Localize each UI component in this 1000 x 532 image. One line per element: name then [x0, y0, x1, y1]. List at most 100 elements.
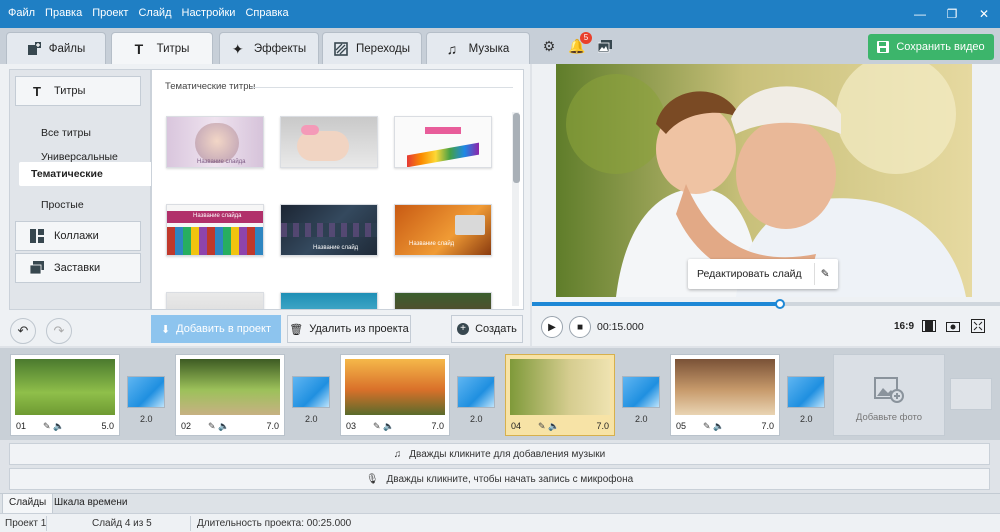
create-label: Создать	[475, 323, 517, 335]
notification-badge: 5	[580, 32, 592, 44]
slide-number: 01	[16, 421, 27, 431]
remove-from-project-button[interactable]: 🗑 Удалить из проекта	[287, 315, 411, 343]
menu-bar: Файл Правка Проект Слайд Настройки Справ…	[8, 7, 289, 19]
play-button[interactable]: ▶	[541, 316, 563, 338]
transition-thumbnail[interactable]	[292, 376, 330, 408]
frame-icon[interactable]	[921, 318, 937, 334]
save-video-button[interactable]: Сохранить видео	[868, 34, 994, 60]
title-thumbnail[interactable]: Название слайд	[394, 204, 492, 256]
menu-file[interactable]: Файл	[8, 7, 35, 19]
tab-timeline[interactable]: Шкала времени	[48, 494, 133, 514]
subitem-thematic-selected[interactable]: Тематические	[19, 162, 152, 186]
status-project-name: Проект 1	[5, 518, 47, 529]
menu-edit[interactable]: Правка	[45, 7, 82, 19]
aspect-ratio-selector[interactable]: 16:9	[894, 321, 914, 332]
title-thumbnail[interactable]: Название слайда	[166, 116, 264, 168]
slide-card-selected[interactable]: 04 ✎ 🔈 7.0	[505, 354, 615, 436]
snapshot-icon[interactable]	[945, 318, 961, 334]
redo-arrow-icon: ↷	[53, 323, 65, 338]
slide-edit-audio-icons[interactable]: ✎ 🔈	[538, 421, 559, 432]
notifications-bell-icon[interactable]: 🔔 5	[568, 32, 592, 55]
tab-transitions-label: Переходы	[356, 42, 410, 55]
menu-settings[interactable]: Настройки	[182, 7, 236, 19]
slide-duration: 5.0	[101, 421, 114, 431]
transition-duration: 2.0	[305, 414, 318, 424]
slide-card[interactable]: 01 ✎ 🔈 5.0	[10, 354, 120, 436]
gallery-heading: Тематические титры	[165, 81, 256, 92]
playback-progress-bar[interactable]	[532, 299, 1000, 309]
tab-files[interactable]: Файлы	[6, 32, 106, 64]
menu-project[interactable]: Проект	[92, 7, 128, 19]
title-bar: Файл Правка Проект Слайд Настройки Справ…	[0, 0, 1000, 28]
transition-thumbnail[interactable]	[457, 376, 495, 408]
tab-effects[interactable]: ✦ Эффекты	[219, 32, 319, 64]
create-button[interactable]: + Создать	[451, 315, 523, 343]
slide-edit-audio-icons[interactable]: ✎ 🔈	[43, 421, 64, 432]
transition-thumbnail[interactable]	[127, 376, 165, 408]
tab-titles[interactable]: T Титры	[111, 32, 213, 65]
music-track[interactable]: ♫ Дважды кликните для добавления музыки	[9, 443, 990, 465]
title-thumbnail[interactable]	[280, 116, 378, 168]
title-thumbnail[interactable]	[394, 292, 492, 309]
gallery-scrollbar-thumb[interactable]	[513, 113, 520, 183]
settings-gear-icon[interactable]: ⚙	[540, 37, 558, 55]
category-titles[interactable]: T Титры	[15, 76, 141, 106]
category-intros-label: Заставки	[54, 262, 101, 274]
slide-card[interactable]: 02 ✎ 🔈 7.0	[175, 354, 285, 436]
music-note-icon: ♫	[446, 40, 458, 57]
status-bar: Проект 1 Слайд 4 из 5 Длительность проек…	[0, 513, 1000, 532]
minimize-button[interactable]: —	[904, 0, 936, 28]
subitem-simple[interactable]: Простые	[41, 199, 84, 211]
slide-edit-audio-icons[interactable]: ✎ 🔈	[373, 421, 394, 432]
tab-files-label: Файлы	[48, 42, 86, 55]
category-collages-label: Коллажи	[54, 230, 99, 242]
tab-slides[interactable]: Слайды	[2, 494, 54, 514]
save-video-label: Сохранить видео	[896, 41, 985, 53]
status-divider	[190, 516, 191, 531]
subitem-all-titles[interactable]: Все титры	[41, 127, 91, 139]
title-thumbnail[interactable]: Название слайд	[280, 204, 378, 256]
menu-slide[interactable]: Слайд	[138, 7, 171, 19]
transition-thumbnail[interactable]	[622, 376, 660, 408]
slide-number: 02	[181, 421, 192, 431]
collage-icon	[30, 229, 44, 243]
maximize-button[interactable]: ❐	[936, 0, 968, 28]
tab-music[interactable]: ♫ Музыка	[426, 32, 530, 64]
title-thumbnail[interactable]: Название слайда	[166, 204, 264, 256]
playback-scrubber-handle[interactable]	[775, 299, 786, 309]
add-to-project-button[interactable]: ⬇ Добавить в проект	[151, 315, 281, 343]
transition-thumbnail[interactable]	[787, 376, 825, 408]
redo-button[interactable]: ↷	[46, 318, 72, 344]
fullscreen-icon[interactable]	[970, 318, 986, 334]
undo-button[interactable]: ↶	[10, 318, 36, 344]
slide-number: 04	[511, 421, 522, 431]
category-collages[interactable]: Коллажи	[15, 221, 141, 251]
slide-image	[345, 359, 445, 415]
text-t-icon: T	[33, 83, 41, 99]
slide-image	[180, 359, 280, 415]
microphone-track[interactable]: 🎙 Дважды кликните, чтобы начать запись с…	[9, 468, 990, 490]
menu-help[interactable]: Справка	[245, 7, 288, 19]
title-thumbnail[interactable]	[394, 116, 492, 168]
slide-edit-audio-icons[interactable]: ✎ 🔈	[703, 421, 724, 432]
close-button[interactable]: ✕	[968, 0, 1000, 28]
category-intros[interactable]: Заставки	[15, 253, 141, 283]
trash-icon: 🗑	[289, 323, 304, 336]
title-thumbnail[interactable]	[280, 292, 378, 309]
add-photo-slot[interactable]: Добавьте фото	[833, 354, 945, 436]
gallery-icon[interactable]	[596, 37, 614, 55]
playback-progress-fill	[532, 302, 781, 306]
bottom-view-tabs: Слайды Шкала времени	[0, 493, 1000, 514]
stop-button[interactable]: ■	[569, 316, 591, 338]
slide-card[interactable]: 03 ✎ 🔈 7.0	[340, 354, 450, 436]
slide-duration: 7.0	[431, 421, 444, 431]
tab-transitions[interactable]: Переходы	[322, 32, 422, 64]
slide-card[interactable]: 05 ✎ 🔈 7.0	[670, 354, 780, 436]
edit-slide-button[interactable]: Редактировать слайд ✎	[688, 259, 838, 289]
intro-screens-icon	[30, 261, 44, 275]
title-thumbnail[interactable]	[166, 292, 264, 309]
slide-image	[15, 359, 115, 415]
slide-image	[510, 359, 610, 415]
empty-transition-slot	[950, 378, 992, 410]
slide-edit-audio-icons[interactable]: ✎ 🔈	[208, 421, 229, 432]
